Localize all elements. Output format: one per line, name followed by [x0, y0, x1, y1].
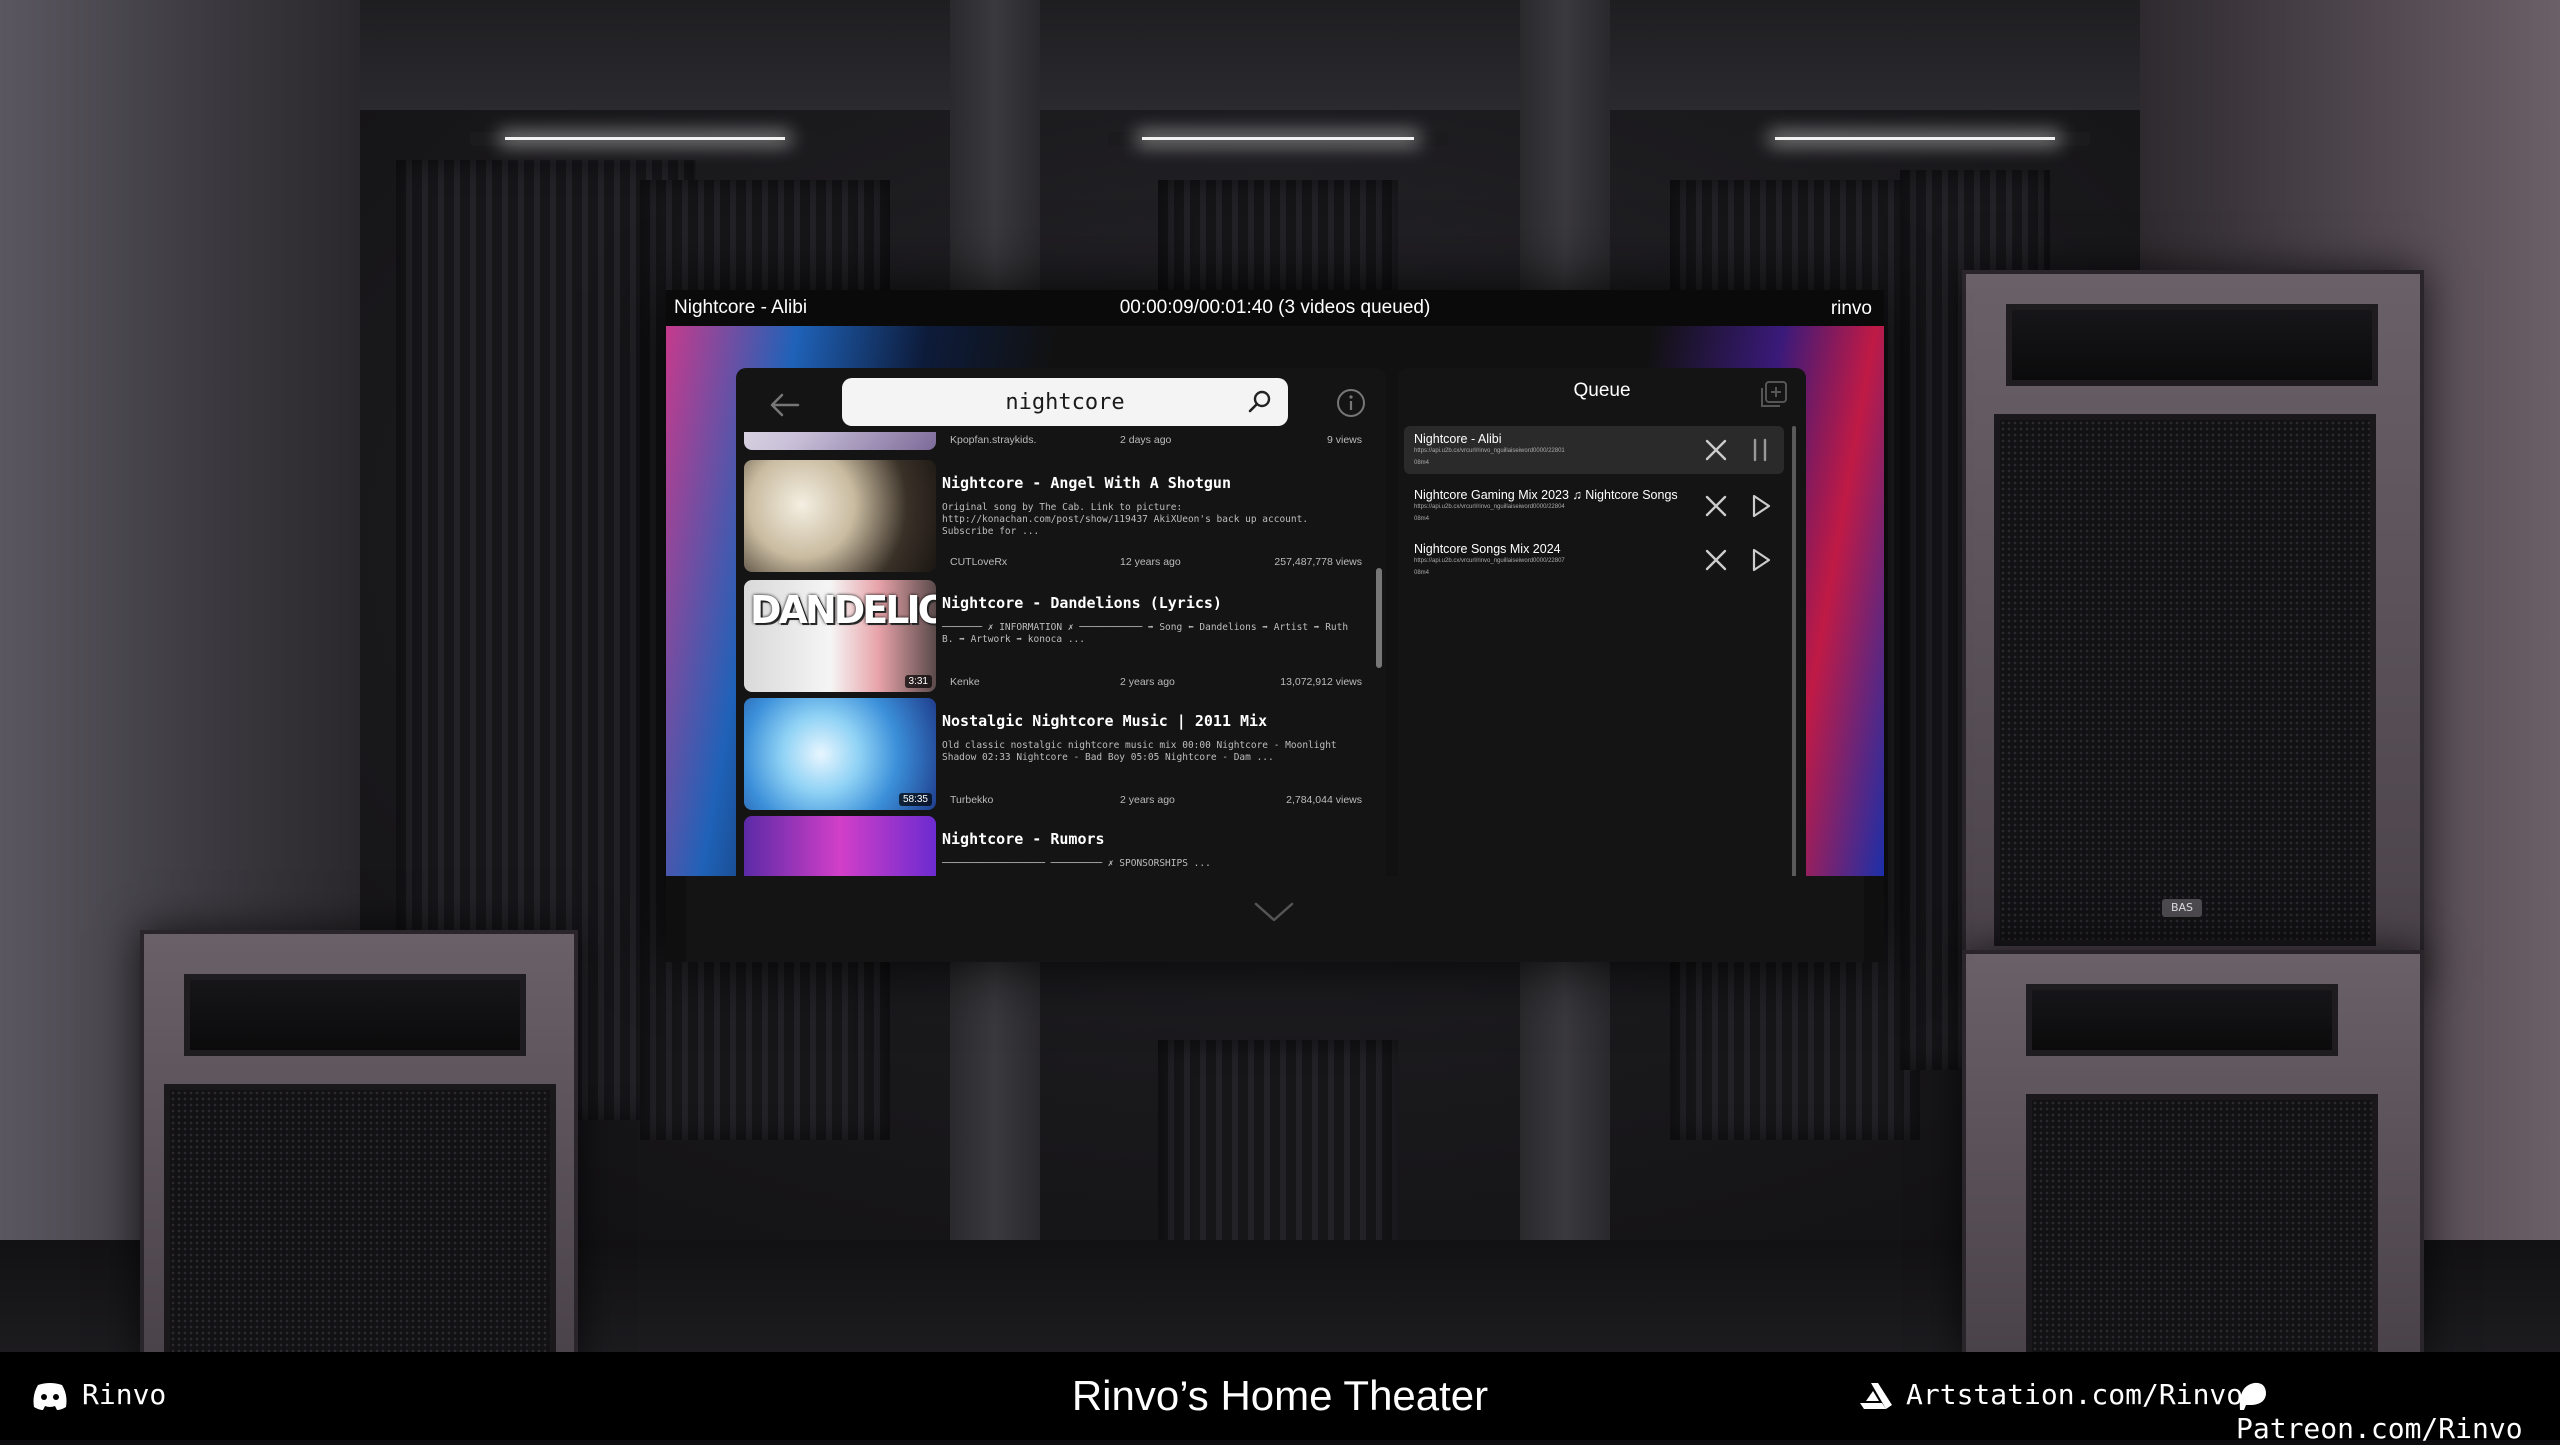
result-title[interactable]: Nostalgic Nightcore Music | 2011 Mix	[942, 712, 1267, 730]
footer-bar: Rinvo Rinvo’s Home Theater Artstation.co…	[0, 1352, 2560, 1445]
ceiling-lamp	[1108, 132, 1448, 146]
result-views: 2,784,044 views	[1286, 794, 1362, 806]
back-arrow-icon[interactable]	[766, 386, 804, 424]
queue-item-url: https://api.u2b.cx/vrcurl/rinvo_nguillai…	[1414, 558, 1565, 564]
result-thumbnail[interactable]	[744, 432, 936, 450]
speaker-horn	[2006, 304, 2378, 386]
result-channel: Turbekko	[950, 794, 994, 806]
thumbnail-text: DANDELIONS	[750, 588, 936, 632]
close-icon[interactable]	[1702, 436, 1730, 464]
close-icon[interactable]	[1702, 492, 1730, 520]
result-thumbnail[interactable]	[744, 460, 936, 572]
result-description: ─────── ✗ INFORMATION ✗ ─────────── ➡ So…	[942, 622, 1349, 645]
result-title[interactable]: Nightcore - Rumors	[942, 830, 1105, 848]
artstation-url: Artstation.com/Rinvo	[1906, 1378, 2244, 1411]
artstation-link[interactable]: Artstation.com/Rinvo	[1858, 1378, 2243, 1411]
speaker-grille	[1994, 414, 2376, 946]
speaker-badge: BAS	[2162, 899, 2202, 917]
result-views: 13,072,912 views	[1280, 676, 1362, 688]
result-description: Original song by The Cab. Link to pictur…	[942, 502, 1309, 537]
queue-scrollbar[interactable]	[1792, 426, 1796, 876]
chevron-down-icon[interactable]	[1252, 890, 1296, 934]
speaker-horn	[184, 974, 526, 1056]
patreon-link[interactable]: Patreon.com/Rinvo	[2236, 1378, 2560, 1445]
patreon-icon	[2239, 1382, 2266, 1410]
result-title[interactable]: Nightcore - Angel With A Shotgun	[942, 474, 1231, 492]
queue-item-duration: 08m4	[1414, 570, 1430, 576]
result-description: ────────────────── ───────── ✗ SPONSORSH…	[942, 858, 1211, 869]
tv-screen-frame: Nightcore - Alibi 00:00:09/00:01:40 (3 v…	[666, 290, 1884, 962]
result-channel: CUTLoveRx	[950, 556, 1008, 568]
queue-item[interactable]: Nightcore - Alibi https://api.u2b.cx/vrc…	[1404, 426, 1784, 474]
info-icon[interactable]	[1336, 388, 1366, 418]
artstation-icon	[1860, 1383, 1892, 1409]
speaker-horn	[2026, 984, 2338, 1056]
add-queue-icon[interactable]	[1760, 380, 1788, 408]
queue-item-duration: 08m4	[1414, 516, 1430, 522]
result-channel: Kpopfan.straykids.	[950, 434, 1037, 446]
queue-item-title: Nightcore Gaming Mix 2023 ♫ Nightcore So…	[1414, 488, 1678, 502]
result-duration: 58:35	[898, 793, 932, 806]
search-results-list: Kpopfan.straykids. 2 days ago 9 views Ni…	[744, 432, 1374, 876]
speaker-grille	[164, 1084, 556, 1352]
result-age: 12 years ago	[1120, 556, 1181, 568]
tv-bottom-bar	[686, 876, 1864, 962]
queue-item-title: Nightcore Songs Mix 2024	[1414, 542, 1561, 556]
left-speaker	[140, 930, 578, 1352]
search-query[interactable]: nightcore	[842, 390, 1288, 415]
result-thumbnail[interactable]: 58:35	[744, 698, 936, 810]
queue-title: Queue	[1573, 380, 1631, 401]
result-thumbnail[interactable]: DANDELIONS 3:31	[744, 580, 936, 692]
search-panel: nightcore Kpopfan.straykids. 2 days ago	[736, 368, 1386, 876]
result-views: 257,487,778 views	[1274, 556, 1362, 568]
right-speaker-top: BAS	[1962, 270, 2424, 978]
playback-time: 00:00:09/00:01:40 (3 videos queued)	[1119, 297, 1431, 318]
ceiling-lamp	[470, 132, 820, 146]
result-duration: 3:31	[904, 675, 932, 688]
speaker-grille	[2026, 1094, 2378, 1352]
acoustic-panel	[1158, 180, 1398, 300]
queue-item-duration: 08m4	[1414, 460, 1430, 466]
result-views: 9 views	[1326, 434, 1362, 446]
user-name: rinvo	[1830, 298, 1872, 319]
queue-item-title: Nightcore - Alibi	[1414, 432, 1502, 446]
queue-item-url: https://api.u2b.cx/vrcurl/rinvo_nguillai…	[1414, 504, 1565, 510]
right-speaker-bottom	[1962, 950, 2424, 1352]
result-age: 2 years ago	[1120, 676, 1175, 688]
video-display: nightcore Kpopfan.straykids. 2 days ago	[666, 326, 1884, 876]
play-icon[interactable]	[1746, 492, 1774, 520]
result-channel: Kenke	[950, 676, 980, 688]
queue-panel: Queue Nightcore - Alibi https://api.u2b.…	[1398, 368, 1806, 876]
ceiling-lamp	[1740, 132, 2090, 146]
search-input[interactable]: nightcore	[842, 378, 1288, 426]
result-age: 2 days ago	[1120, 434, 1172, 446]
result-description: Old classic nostalgic nightcore music mi…	[942, 740, 1337, 763]
result-title[interactable]: Nightcore - Dandelions (Lyrics)	[942, 594, 1222, 612]
play-icon[interactable]	[1746, 546, 1774, 574]
pause-icon[interactable]	[1746, 436, 1774, 464]
queue-item-url: https://api.u2b.cx/vrcurl/rinvo_nguillai…	[1414, 448, 1565, 454]
queue-item[interactable]: Nightcore Songs Mix 2024 https://api.u2b…	[1404, 536, 1784, 584]
search-icon[interactable]	[1246, 388, 1274, 416]
close-icon[interactable]	[1702, 546, 1730, 574]
queue-item[interactable]: Nightcore Gaming Mix 2023 ♫ Nightcore So…	[1404, 482, 1784, 530]
result-thumbnail[interactable]	[744, 816, 936, 876]
player-header: Nightcore - Alibi 00:00:09/00:01:40 (3 v…	[666, 290, 1884, 326]
patreon-url: Patreon.com/Rinvo	[2236, 1412, 2523, 1445]
results-scrollbar[interactable]	[1376, 568, 1382, 668]
result-age: 2 years ago	[1120, 794, 1175, 806]
